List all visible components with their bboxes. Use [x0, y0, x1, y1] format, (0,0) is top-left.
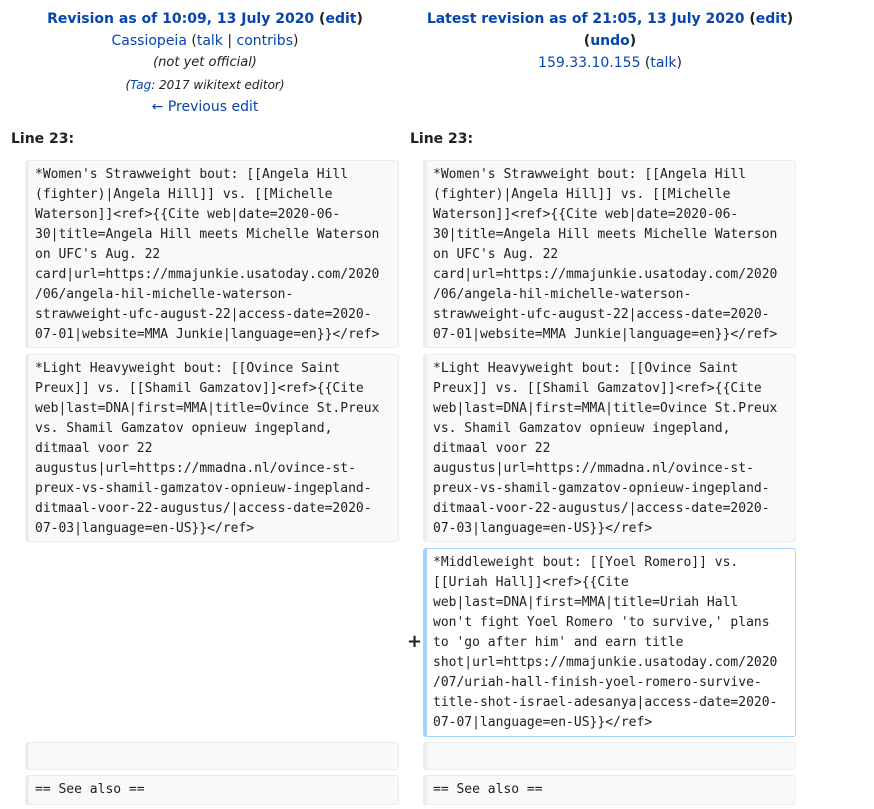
diff-context-right: *Light Heavyweight bout: [[Ovince Saint … — [423, 354, 796, 542]
undo-link[interactable]: undo — [590, 33, 630, 49]
diff-context-left: *Women's Strawweight bout: [[Angela Hill… — [25, 160, 399, 348]
left-contribs-link[interactable]: contribs — [237, 33, 293, 49]
diff-context-left: *Light Heavyweight bout: [[Ovince Saint … — [25, 354, 399, 542]
right-line-number: Line 23: — [410, 131, 474, 147]
diff-context-right: *Women's Strawweight bout: [[Angela Hill… — [423, 160, 796, 348]
left-revision-link[interactable]: Revision as of 10:09, 13 July 2020 — [47, 11, 314, 27]
right-revision-link[interactable]: Latest revision as of 21:05, 13 July 202… — [427, 11, 745, 27]
right-revision-header: Latest revision as of 21:05, 13 July 202… — [426, 11, 794, 71]
left-talk-link[interactable]: talk — [197, 33, 223, 49]
right-talk-link[interactable]: talk — [650, 55, 676, 71]
diff-context-left-empty — [25, 742, 399, 770]
left-line-number: Line 23: — [11, 131, 75, 147]
right-edit-link[interactable]: edit — [756, 11, 787, 27]
left-user-link[interactable]: Cassiopeia — [112, 33, 187, 49]
tag-value: 2017 wikitext editor — [159, 78, 280, 92]
diff-context-left: == See also == — [25, 775, 399, 805]
left-revision-header: Revision as of 10:09, 13 July 2020 (edit… — [0, 8, 410, 118]
left-tag-line: (Tag: 2017 wikitext editor) — [125, 78, 285, 92]
right-user-link[interactable]: 159.33.10.155 — [538, 55, 640, 71]
diff-context-right-empty — [423, 742, 796, 770]
previous-edit-link[interactable]: ← Previous edit — [152, 99, 259, 115]
diff-added-line: *Middleweight bout: [[Yoel Romero]] vs. … — [423, 548, 796, 737]
tag-link[interactable]: Tag — [130, 78, 151, 92]
diff-added-marker: + — [407, 631, 423, 652]
left-status: (not yet official) — [153, 55, 257, 70]
diff-context-right: == See also == — [423, 775, 796, 805]
left-edit-link[interactable]: edit — [325, 11, 356, 27]
